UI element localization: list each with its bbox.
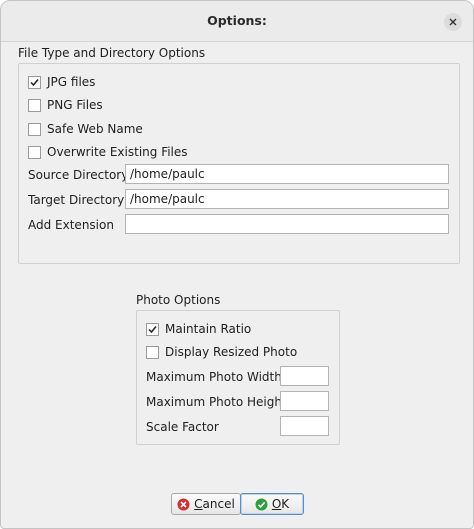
scale-factor-label: Scale Factor [146,420,219,434]
display-resized-label: Display Resized Photo [165,345,298,359]
max-height-label: Maximum Photo Height [146,395,287,409]
jpg-files-checkbox-row[interactable]: JPG files [28,73,95,91]
ok-button[interactable]: OK [240,493,304,515]
cancel-label: Cancel [194,497,235,511]
scale-factor-input[interactable] [280,416,329,436]
maintain-ratio-checkbox[interactable] [146,322,159,336]
max-width-input[interactable] [280,366,329,386]
ok-label: OK [271,497,290,511]
png-files-checkbox-row[interactable]: PNG Files [28,96,103,114]
check-mark-icon [148,325,157,333]
jpg-files-checkbox[interactable] [28,75,41,89]
target-directory-input[interactable] [125,189,449,209]
check-mark-icon [30,78,39,86]
display-resized-checkbox-row[interactable]: Display Resized Photo [146,343,297,361]
dialog-title: Options: [207,13,267,28]
close-icon [449,18,457,26]
photo-section-title: Photo Options [136,293,221,307]
safe-web-name-checkbox[interactable] [28,122,41,136]
overwrite-files-label: Overwrite Existing Files [47,145,188,159]
add-extension-label: Add Extension [28,218,114,232]
safe-web-name-label: Safe Web Name [47,122,143,136]
add-extension-input[interactable] [125,214,449,234]
dialog-content: File Type and Directory Options JPG file… [9,42,465,520]
max-width-label: Maximum Photo Width [146,370,282,384]
title-bar: Options: [1,1,473,42]
source-directory-label: Source Directory [28,168,129,182]
photo-options-group: Maintain Ratio Display Resized Photo Max… [136,310,340,445]
close-button[interactable] [444,13,462,31]
file-options-group: JPG files PNG Files Safe Web Name Overwr… [18,63,460,264]
png-files-checkbox[interactable] [28,98,41,112]
overwrite-files-checkbox-row[interactable]: Overwrite Existing Files [28,143,188,161]
overwrite-files-checkbox[interactable] [28,145,41,159]
display-resized-checkbox[interactable] [146,345,159,359]
ok-check-icon [255,498,268,510]
file-section-title: File Type and Directory Options [18,46,206,60]
target-directory-label: Target Directory [28,193,125,207]
jpg-files-label: JPG files [47,75,96,89]
maintain-ratio-checkbox-row[interactable]: Maintain Ratio [146,320,251,338]
options-dialog: Options: File Type and Directory Options… [0,0,474,529]
source-directory-input[interactable] [125,164,449,184]
safe-web-name-checkbox-row[interactable]: Safe Web Name [28,120,143,138]
max-height-input[interactable] [280,391,329,411]
cancel-button[interactable]: Cancel [171,493,241,515]
png-files-label: PNG Files [47,98,103,112]
cancel-icon [177,498,190,510]
maintain-ratio-label: Maintain Ratio [165,322,252,336]
